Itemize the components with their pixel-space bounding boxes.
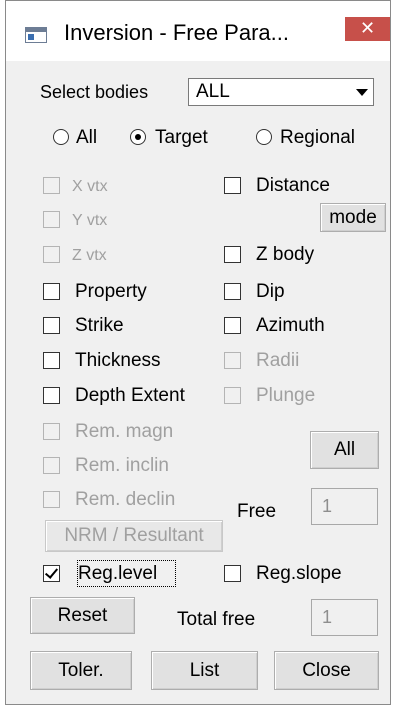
reg-slope-label: Reg.slope: [256, 563, 342, 584]
checkbox-radii[interactable]: [224, 352, 241, 369]
close-icon: ✕: [359, 18, 376, 39]
window-title: Inversion - Free Para...: [64, 20, 289, 45]
property-label: Property: [75, 281, 147, 302]
thickness-label: Thickness: [75, 350, 161, 371]
radio-target[interactable]: [130, 129, 146, 145]
checkbox-z-body[interactable]: [224, 246, 241, 263]
z-vtx-label: Z vtx: [72, 247, 107, 264]
window-icon: [25, 27, 47, 43]
free-label: Free: [237, 501, 277, 522]
chevron-down-icon: [350, 80, 372, 104]
x-vtx-label: X vtx: [72, 178, 108, 195]
radio-regional[interactable]: [256, 129, 272, 145]
checkbox-rem-magn[interactable]: [43, 423, 60, 440]
checkbox-azimuth[interactable]: [224, 317, 241, 334]
reg-level-label: Reg.level: [78, 563, 158, 584]
strike-label: Strike: [75, 315, 124, 336]
rem-inclin-label: Rem. inclin: [75, 455, 169, 476]
y-vtx-label: Y vtx: [72, 212, 108, 229]
checkbox-x-vtx[interactable]: [43, 177, 60, 194]
radio-regional-label: Regional: [280, 127, 355, 148]
checkbox-distance[interactable]: [224, 177, 241, 194]
close-window-button[interactable]: ✕: [345, 17, 390, 41]
radio-all-label: All: [76, 127, 98, 148]
inversion-dialog: Inversion - Free Para... ✕ Select bodies…: [5, 0, 391, 705]
checkbox-depth-extent[interactable]: [43, 387, 60, 404]
reset-button[interactable]: Reset: [30, 597, 135, 634]
checkbox-dip[interactable]: [224, 283, 241, 300]
checkbox-property[interactable]: [43, 283, 60, 300]
dip-label: Dip: [256, 281, 285, 302]
checkbox-z-vtx[interactable]: [43, 246, 60, 263]
checkbox-thickness[interactable]: [43, 352, 60, 369]
select-bodies-dropdown[interactable]: ALL: [188, 78, 374, 106]
toler-button[interactable]: Toler.: [30, 651, 132, 690]
select-bodies-value: ALL: [196, 81, 230, 102]
distance-label: Distance: [256, 175, 330, 196]
mode-button[interactable]: mode: [320, 203, 386, 232]
close-button[interactable]: Close: [274, 651, 379, 690]
radio-target-label: Target: [155, 127, 208, 148]
rem-declin-label: Rem. declin: [75, 489, 176, 510]
checkbox-reg-slope[interactable]: [224, 565, 241, 582]
list-button[interactable]: List: [151, 651, 258, 690]
azimuth-label: Azimuth: [256, 315, 325, 336]
plunge-label: Plunge: [256, 385, 316, 406]
radio-all[interactable]: [53, 129, 69, 145]
depth-extent-label: Depth Extent: [75, 385, 185, 406]
nrm-resultant-button[interactable]: NRM / Resultant: [45, 520, 223, 552]
total-free-field: 1: [311, 599, 378, 636]
rem-magn-label: Rem. magn: [75, 421, 174, 442]
checkbox-y-vtx[interactable]: [43, 211, 60, 228]
radii-label: Radii: [256, 350, 300, 371]
checkbox-strike[interactable]: [43, 317, 60, 334]
checkbox-rem-inclin[interactable]: [43, 457, 60, 474]
select-bodies-label: Select bodies: [40, 82, 149, 102]
z-body-label: Z body: [256, 244, 315, 265]
checkbox-reg-level[interactable]: [43, 565, 60, 582]
checkbox-plunge[interactable]: [224, 387, 241, 404]
checkbox-rem-declin[interactable]: [43, 491, 60, 508]
free-count-field: 1: [311, 488, 378, 525]
all-button[interactable]: All: [310, 431, 379, 469]
title-bar[interactable]: Inversion - Free Para... ✕: [6, 1, 390, 61]
total-free-label: Total free: [177, 609, 256, 630]
